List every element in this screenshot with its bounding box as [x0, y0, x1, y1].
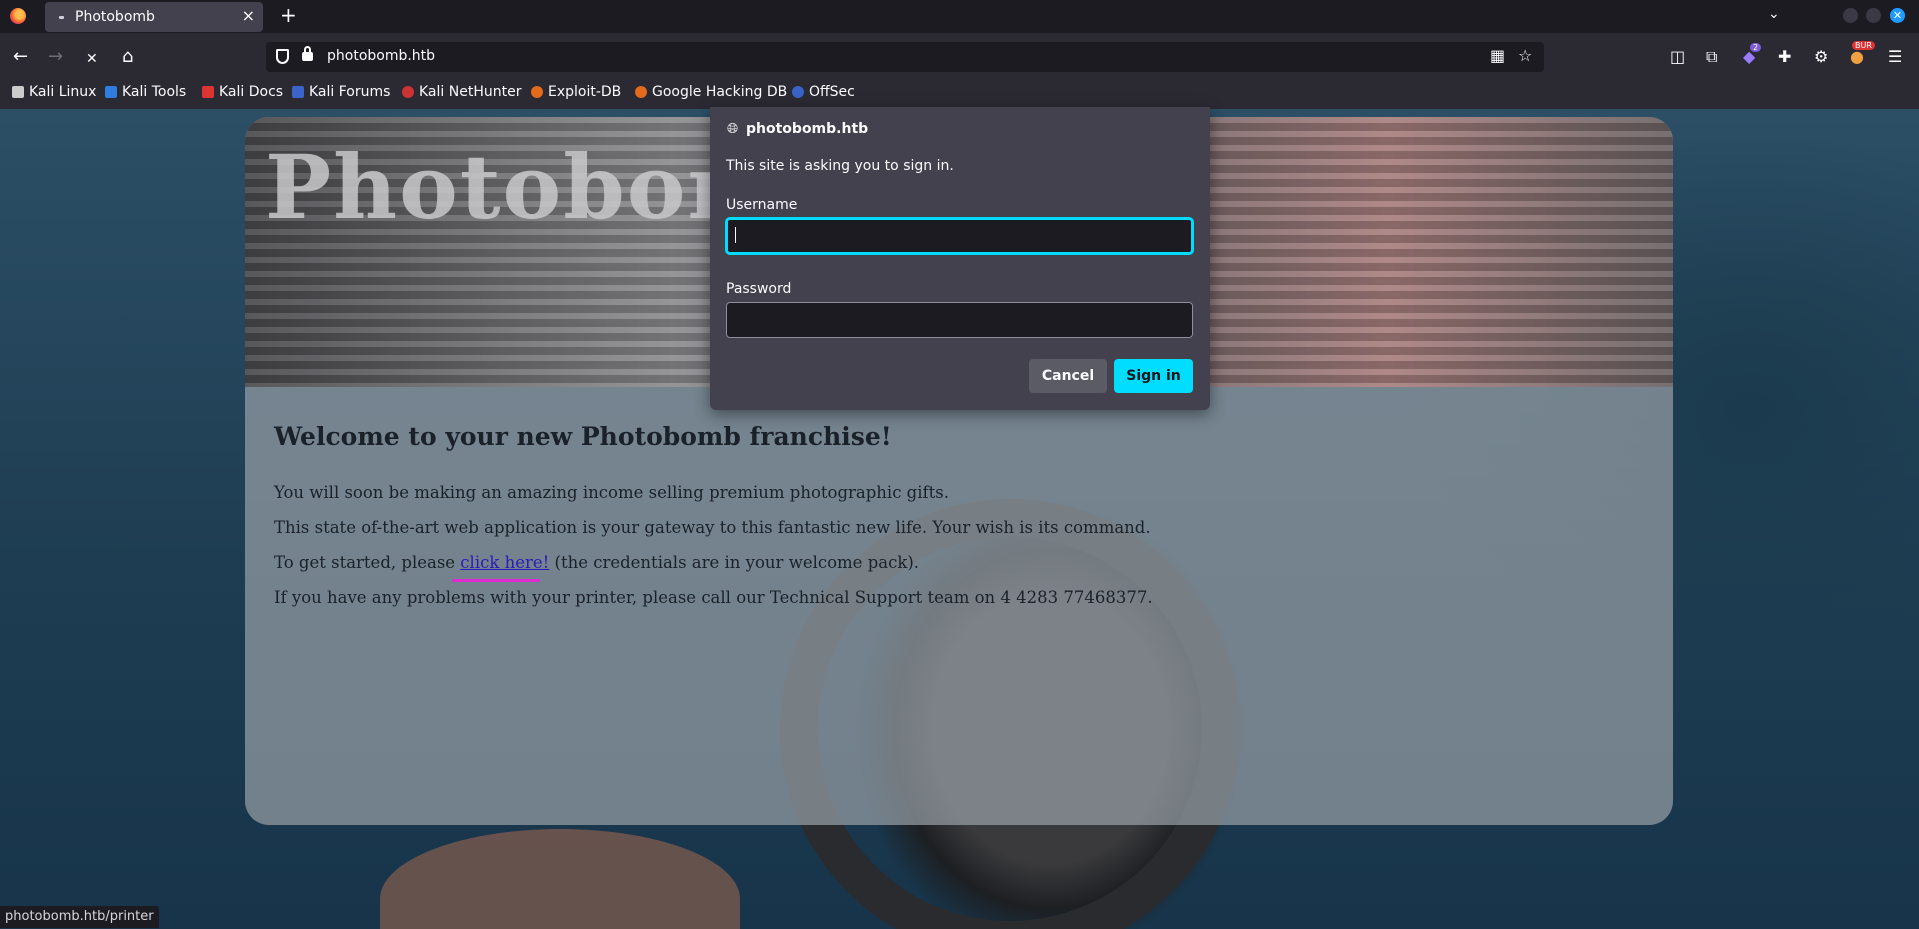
tab-list-chevron-down-icon[interactable]: ⌄: [1768, 6, 1780, 22]
forward-arrow-icon[interactable]: →: [48, 47, 63, 67]
username-input[interactable]: [726, 218, 1193, 254]
hand-background: [380, 829, 740, 929]
tab-photobomb[interactable]: Photobomb ×: [45, 2, 263, 32]
stop-loading-icon[interactable]: ✕: [86, 49, 98, 69]
pocket-icon[interactable]: ◫: [1670, 47, 1685, 67]
password-input[interactable]: [726, 302, 1193, 338]
extensions-icon[interactable]: ⧉: [1706, 47, 1717, 67]
intro-paragraph: You will soon be making an amazing incom…: [274, 483, 949, 502]
back-arrow-icon[interactable]: ←: [13, 47, 28, 67]
kali-tools-icon: [105, 86, 117, 98]
profile-avatar-icon[interactable]: ●: [1850, 47, 1864, 67]
sign-in-dialog: 🌐︎ photobomb.htb This site is asking you…: [710, 107, 1210, 410]
password-label: Password: [726, 281, 792, 297]
offsec-icon: [792, 86, 804, 98]
minimize-window-icon[interactable]: [1843, 8, 1858, 23]
bookmark-kali-linux[interactable]: Kali Linux: [12, 84, 96, 100]
lock-icon[interactable]: [302, 46, 313, 61]
puzzle-icon[interactable]: ✚: [1778, 47, 1791, 67]
bookmark-google-hacking-db[interactable]: Google Hacking DB: [635, 84, 787, 100]
url-text[interactable]: photobomb.htb: [327, 48, 435, 64]
exploit-db-icon: [531, 86, 543, 98]
text-caret: [735, 227, 736, 243]
profile-badge: BUR: [1852, 41, 1875, 50]
page-heading: Welcome to your new Photobomb franchise!: [274, 422, 892, 451]
dialog-host: photobomb.htb: [746, 121, 869, 137]
bookmark-offsec[interactable]: OffSec: [792, 84, 855, 100]
sign-in-button[interactable]: Sign in: [1114, 359, 1193, 393]
address-bar[interactable]: photobomb.htb ▦ ☆: [266, 42, 1544, 72]
addon-count-badge: 2: [1750, 43, 1762, 52]
tab-title: Photobomb: [75, 9, 155, 25]
support-paragraph: If you have any problems with your print…: [274, 588, 1153, 607]
navigation-toolbar: ← → ✕ ⌂ photobomb.htb ▦ ☆ ◫ ⧉ ◆ 2 ✚ ⚙ ● …: [0, 33, 1919, 83]
kali-dragon-icon: [12, 86, 24, 98]
bookmark-exploit-db[interactable]: Exploit-DB: [531, 84, 621, 100]
home-icon[interactable]: ⌂: [122, 47, 133, 67]
maximize-window-icon[interactable]: [1866, 8, 1881, 23]
tracking-protection-shield-icon[interactable]: [276, 49, 289, 64]
close-window-icon[interactable]: ✕: [1890, 8, 1905, 23]
bookmark-kali-tools[interactable]: Kali Tools: [105, 84, 186, 100]
gateway-paragraph: This state of-the-art web application is…: [274, 518, 1151, 537]
bookmark-kali-docs[interactable]: Kali Docs: [202, 84, 283, 100]
username-label: Username: [726, 197, 798, 213]
get-started-prefix: To get started, please: [274, 553, 461, 572]
settings-gear-icon[interactable]: ⚙: [1814, 47, 1828, 67]
kali-nethunter-icon: [402, 86, 414, 98]
bookmarks-toolbar: Kali Linux Kali Tools Kali Docs Kali For…: [0, 83, 1919, 109]
dialog-message: This site is asking you to sign in.: [726, 158, 954, 174]
tab-favicon-icon: [59, 16, 64, 19]
click-here-link[interactable]: click here!: [460, 553, 549, 572]
kali-forums-icon: [292, 86, 304, 98]
grid-icon[interactable]: ▦: [1490, 47, 1505, 65]
google-hacking-db-icon: [635, 86, 647, 98]
firefox-logo-icon[interactable]: [10, 8, 26, 24]
globe-icon: 🌐︎: [727, 121, 739, 137]
get-started-paragraph: To get started, please click here! (the …: [274, 553, 919, 572]
hamburger-menu-icon[interactable]: ☰: [1888, 47, 1902, 67]
status-bar-url: photobomb.htb/printer: [0, 906, 159, 928]
get-started-suffix: (the credentials are in your welcome pac…: [549, 553, 920, 572]
bookmark-kali-nethunter[interactable]: Kali NetHunter: [402, 84, 521, 100]
link-highlight-mark: [452, 579, 540, 582]
bookmark-star-icon[interactable]: ☆: [1518, 47, 1532, 65]
kali-docs-icon: [202, 86, 214, 98]
new-tab-button[interactable]: +: [280, 4, 297, 26]
bookmark-kali-forums[interactable]: Kali Forums: [292, 84, 390, 100]
tab-strip: Photobomb × + ⌄ ✕: [0, 0, 1919, 33]
cancel-button[interactable]: Cancel: [1029, 359, 1107, 393]
tab-close-icon[interactable]: ×: [242, 6, 255, 26]
